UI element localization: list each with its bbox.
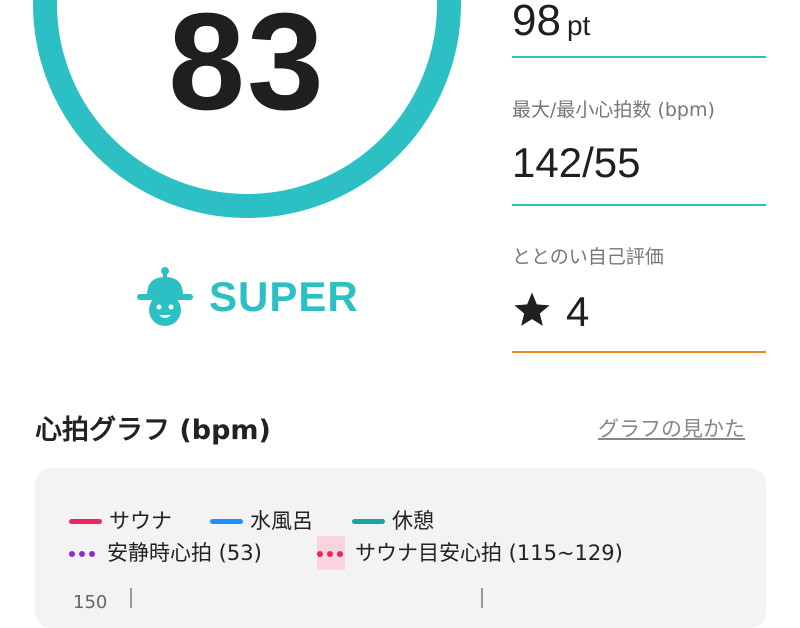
cold-bath-line-swatch: [210, 519, 243, 524]
graph-help-link[interactable]: グラフの見かた: [598, 413, 745, 443]
rating-value-row: 4: [512, 288, 589, 336]
score-value: 83: [168, 0, 326, 139]
legend-cold-bath-label: 水風呂: [250, 509, 313, 533]
legend-resting-hr-label: 安静時心拍 (53): [107, 541, 262, 565]
y-axis-line: [130, 588, 132, 608]
rating-divider: [512, 351, 766, 353]
heart-rate-value: 142/55: [512, 139, 641, 186]
bell-hat-mascot-icon: [137, 267, 193, 326]
heart-rate-graph-title: 心拍グラフ (bpm): [35, 415, 271, 446]
points-value-row: 98 pt: [512, 0, 590, 46]
rank-label: SUPER: [209, 273, 359, 320]
y-axis-tick-label: 150: [73, 592, 108, 613]
points-unit: pt: [566, 10, 591, 41]
resting-hr-dots-swatch: [69, 551, 99, 557]
points-value: 98: [512, 0, 561, 45]
legend-sauna-target-label: サウナ目安心拍 (115~129): [355, 541, 623, 565]
heart-rate-label: 最大/最小心拍数 (bpm): [512, 99, 715, 121]
star-icon: [514, 292, 550, 326]
graph-gridline: [481, 588, 483, 608]
points-divider: [512, 56, 766, 58]
rating-value: 4: [566, 288, 590, 335]
heart-rate-graph-card: サウナ 水風呂 休憩 安静時心拍 (53) サウナ目安心拍 (115~129) …: [35, 468, 766, 628]
sauna-line-swatch: [69, 519, 102, 524]
legend-sauna-label: サウナ: [109, 509, 172, 533]
heart-rate-divider: [512, 204, 766, 206]
legend-rest-label: 休憩: [392, 509, 434, 533]
sauna-target-dots-swatch: [317, 551, 347, 557]
rest-line-swatch: [352, 519, 385, 524]
rating-label: ととのい自己評価: [512, 246, 664, 268]
